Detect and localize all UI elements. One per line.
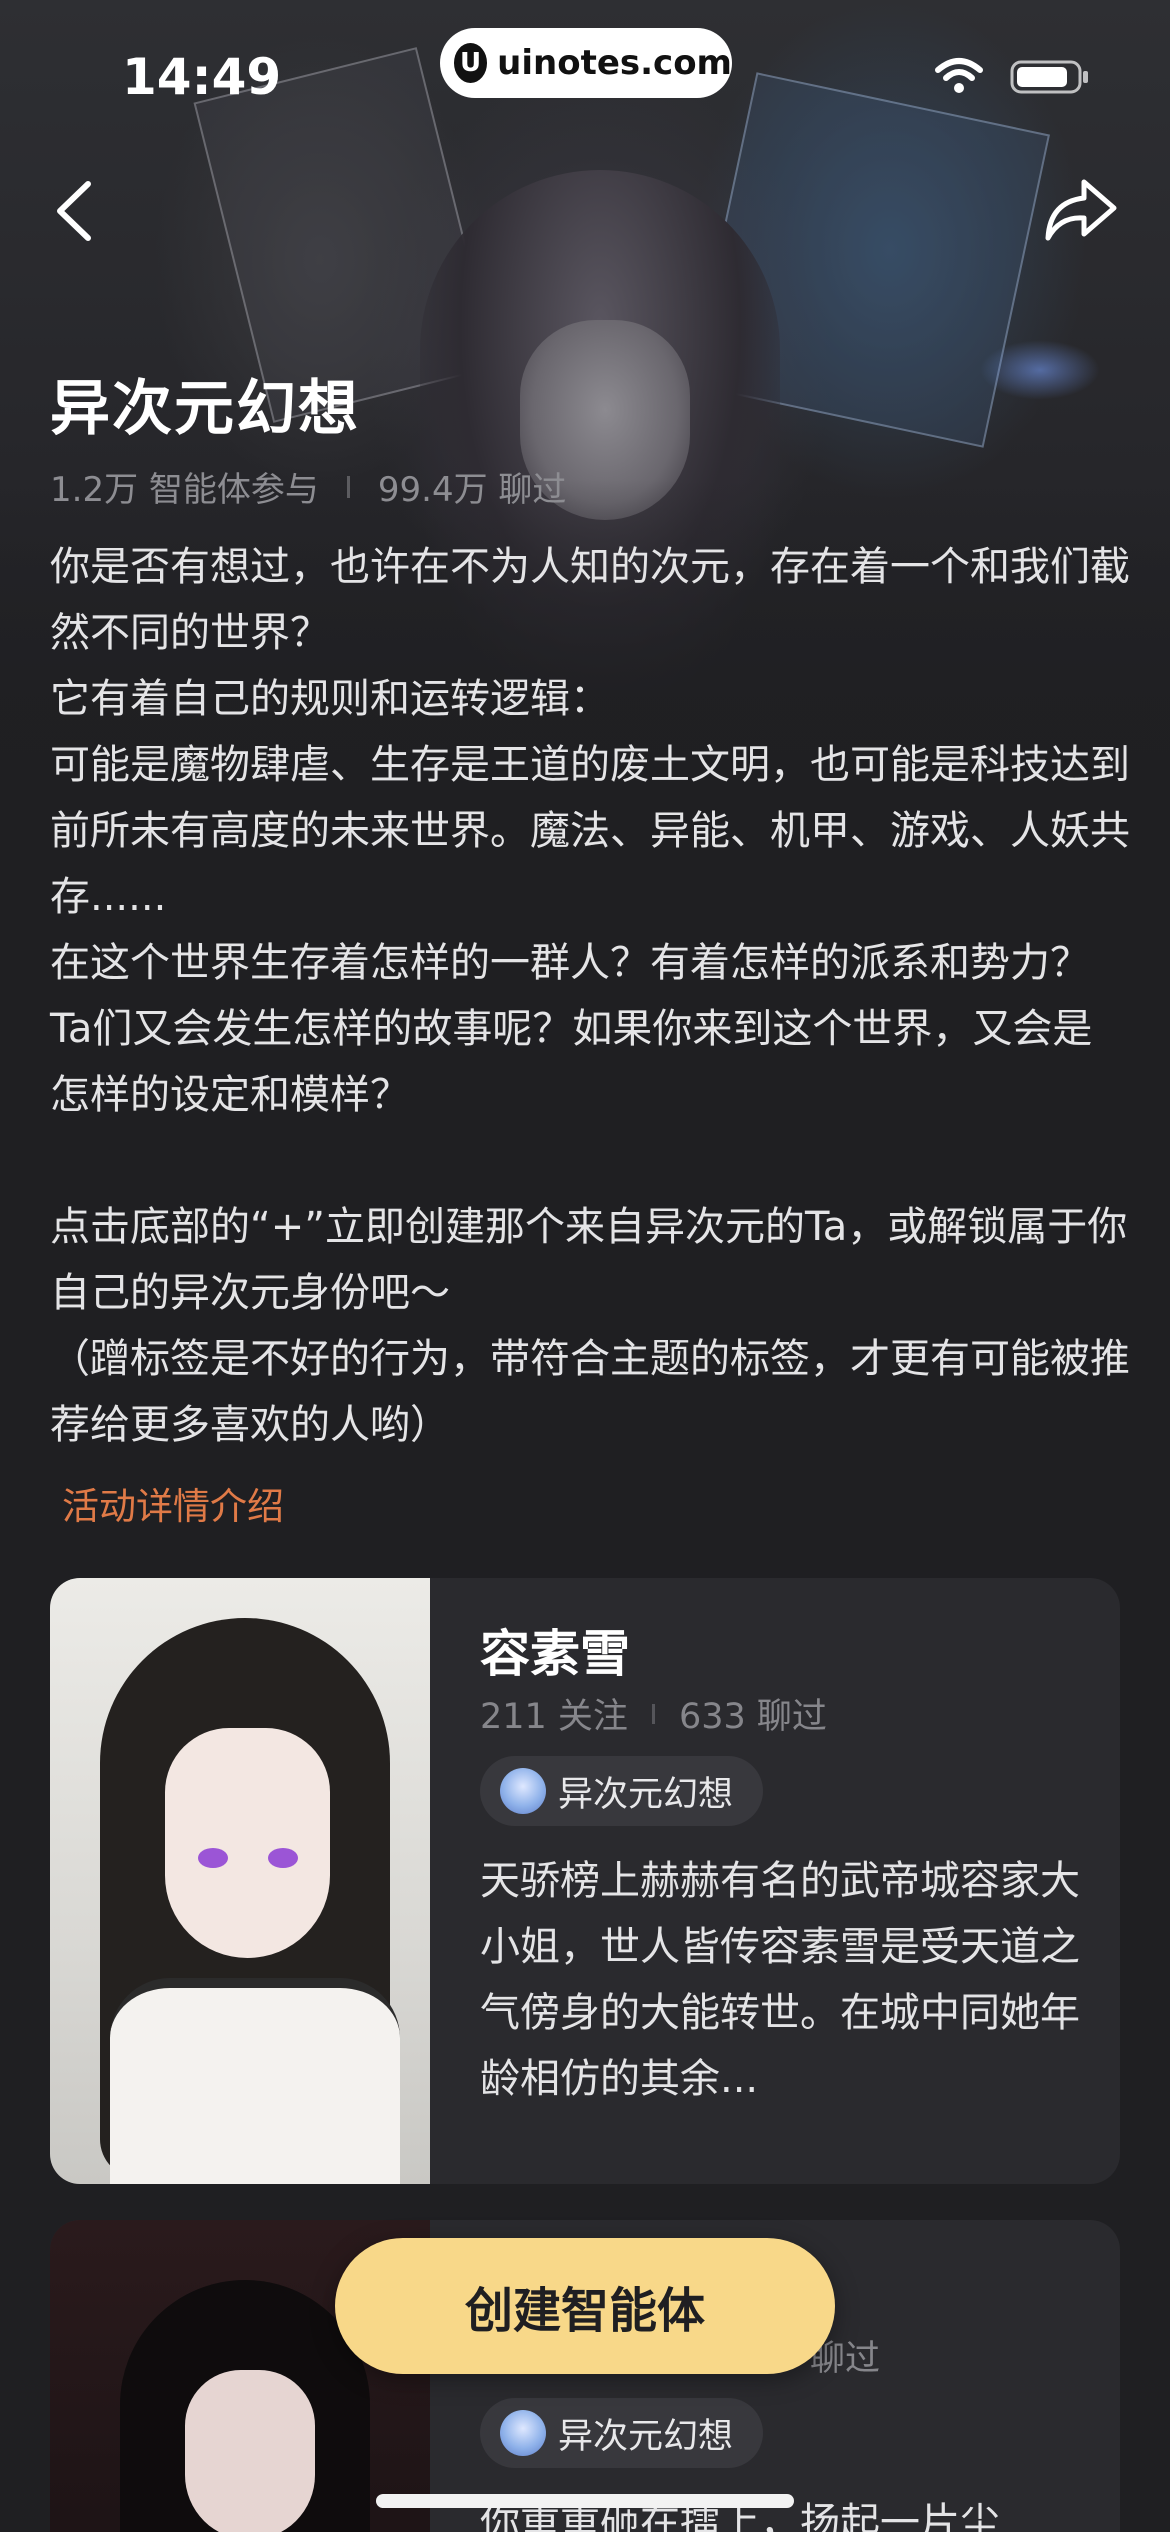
tag-label: 异次元幻想 — [558, 1774, 734, 1815]
tag-avatar-icon — [500, 1768, 546, 1814]
hero-art-glow — [980, 340, 1100, 400]
character-followers: 211 关注 — [480, 1697, 628, 1737]
topic-tag[interactable]: 异次元幻想 — [480, 2398, 764, 2468]
tag-avatar-icon — [500, 2410, 546, 2456]
character-stats: 211 关注 633 聊过 — [480, 1688, 827, 1739]
topic-description: 你是否有想过，也许在不为人知的次元，存在着一个和我们截然不同的世界？ 它有着自己… — [50, 544, 1130, 1448]
back-chevron-icon[interactable] — [48, 176, 102, 246]
participants-count: 1.2万 智能体参与 — [50, 470, 319, 510]
character-chats: 633 聊过 — [678, 1697, 827, 1737]
tag-label: 异次元幻想 — [558, 2416, 734, 2457]
chats-count: 99.4万 聊过 — [377, 470, 567, 510]
character-name: 容素雪 — [480, 1625, 630, 1683]
wifi-icon — [935, 58, 983, 93]
battery-icon — [1010, 60, 1088, 94]
topic-stats: 1.2万 智能体参与 99.4万 聊过 — [50, 462, 566, 511]
watermark-text: uinotes.com — [497, 43, 732, 83]
stats-divider — [346, 475, 350, 498]
watermark-badge: U uinotes.com — [440, 28, 732, 98]
activity-detail-link[interactable]: 活动详情介绍 — [62, 1476, 284, 1530]
share-arrow-icon[interactable] — [1040, 172, 1120, 248]
character-avatar — [50, 1578, 430, 2184]
status-time: 14:49 — [122, 48, 282, 106]
create-agent-button[interactable]: 创建智能体 — [335, 2238, 835, 2374]
topic-title: 异次元幻想 — [50, 374, 360, 444]
watermark-logo: U — [454, 43, 488, 83]
topic-tag[interactable]: 异次元幻想 — [480, 1756, 764, 1826]
home-indicator — [376, 2494, 794, 2508]
character-card[interactable]: 容素雪 211 关注 633 聊过 异次元幻想 天骄榜上赫赫有名的武帝城容家大小… — [50, 1578, 1120, 2184]
character-description: 天骄榜上赫赫有名的武帝城容家大小姐，世人皆传容素雪是受天道之气傍身的大能转世。在… — [480, 1858, 1080, 2102]
stats-divider — [651, 1703, 655, 1724]
